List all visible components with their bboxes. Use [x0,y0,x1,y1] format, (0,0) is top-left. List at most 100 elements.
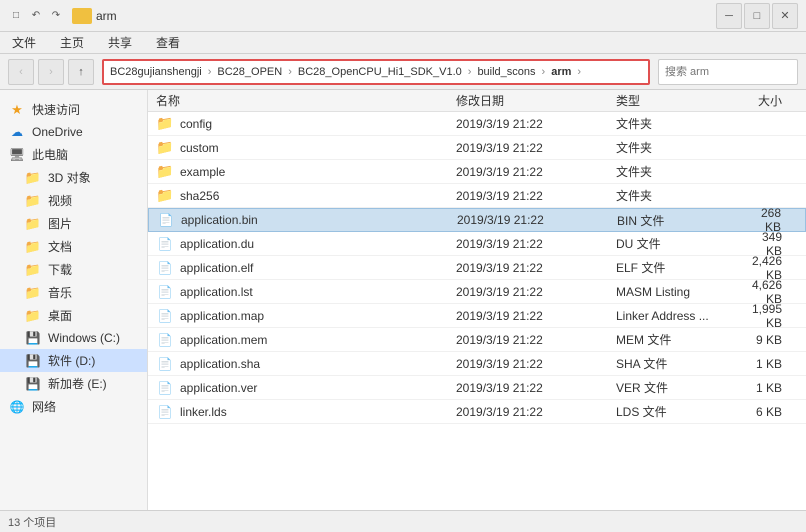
sidebar-item-this-pc[interactable]: 🖥 此电脑 [0,143,147,166]
close-button[interactable]: ✕ [772,3,798,29]
file-name: custom [180,141,219,155]
sidebar-item-3d[interactable]: 📁 3D 对象 [0,166,147,189]
file-type-icon: 📄 [156,284,174,300]
file-date: 2019/3/19 21:22 [456,261,616,275]
menu-view[interactable]: 查看 [152,32,184,53]
sidebar-item-downloads[interactable]: 📁 下载 [0,258,147,281]
file-name-cell: 📄 application.elf [156,260,456,276]
crumb-root[interactable]: BC28gujianshengji [110,66,202,78]
toolbar: ‹ › ↑ BC28gujianshengji › BC28_OPEN › BC… [0,54,806,90]
file-icon: 📄 [158,357,173,371]
file-name-cell: 📄 application.bin [157,212,457,228]
sidebar-label-downloads: 下载 [48,261,72,278]
table-row[interactable]: 📁 example 2019/3/19 21:22 文件夹 [148,160,806,184]
file-name-cell: 📄 application.ver [156,380,456,396]
table-row[interactable]: 📄 application.sha 2019/3/19 21:22 SHA 文件… [148,352,806,376]
folder-desktop-icon: 📁 [24,308,42,324]
menu-home[interactable]: 主页 [56,32,88,53]
file-date: 2019/3/19 21:22 [456,333,616,347]
table-row[interactable]: 📁 sha256 2019/3/19 21:22 文件夹 [148,184,806,208]
file-icon: 📄 [158,381,173,395]
search-box[interactable] [658,59,798,85]
file-name-cell: 📁 config [156,116,456,132]
save-icon: □ [8,8,24,24]
sidebar-item-drive-d[interactable]: 💾 软件 (D:) [0,349,147,372]
sidebar-item-drive-c[interactable]: 💾 Windows (C:) [0,327,147,349]
sidebar-item-video[interactable]: 📁 视频 [0,189,147,212]
sidebar-item-desktop[interactable]: 📁 桌面 [0,304,147,327]
file-name: sha256 [180,189,219,203]
file-name: application.bin [181,213,258,227]
crumb-3[interactable]: build_scons [477,66,535,78]
menu-file[interactable]: 文件 [8,32,40,53]
file-type: LDS 文件 [616,403,746,420]
table-row[interactable]: 📄 application.mem 2019/3/19 21:22 MEM 文件… [148,328,806,352]
sidebar-item-network[interactable]: 🌐 网络 [0,395,147,418]
table-row[interactable]: 📄 application.map 2019/3/19 21:22 Linker… [148,304,806,328]
file-name: application.mem [180,333,267,347]
header-type[interactable]: 类型 [616,92,746,109]
table-row[interactable]: 📄 application.ver 2019/3/19 21:22 VER 文件… [148,376,806,400]
crumb-2[interactable]: BC28_OpenCPU_Hi1_SDK_V1.0 [298,66,462,78]
header-size[interactable]: 大小 [746,92,798,109]
forward-button[interactable]: › [38,59,64,85]
redo-icon: ↷ [48,8,64,24]
folder-3d-icon: 📁 [24,170,42,186]
status-text: 13 个项目 [8,514,56,530]
crumb-1[interactable]: BC28_OPEN [217,66,282,78]
cloud-icon: ☁ [8,124,26,140]
back-button[interactable]: ‹ [8,59,34,85]
file-type-icon: 📄 [156,236,174,252]
minimize-button[interactable]: ─ [716,3,742,29]
sidebar-item-drive-e[interactable]: 💾 新加卷 (E:) [0,372,147,395]
file-name-cell: 📁 sha256 [156,188,456,204]
table-row[interactable]: 📄 application.du 2019/3/19 21:22 DU 文件 3… [148,232,806,256]
address-bar[interactable]: BC28gujianshengji › BC28_OPEN › BC28_Ope… [102,59,650,85]
sidebar-item-onedrive[interactable]: ☁ OneDrive [0,121,147,143]
file-type-icon: 📁 [156,188,174,204]
crumb-3-label: build_scons [477,66,535,78]
file-size: 1 KB [746,357,798,371]
file-name-cell: 📁 example [156,164,456,180]
menu-share[interactable]: 共享 [104,32,136,53]
file-type: 文件夹 [616,163,746,180]
sidebar-item-music[interactable]: 📁 音乐 [0,281,147,304]
drive-d-icon: 💾 [24,353,42,369]
sidebar-section-main: ★ 快速访问 ☁ OneDrive 🖥 此电脑 📁 3D 对象 📁 视频 📁 [0,98,147,418]
network-icon: 🌐 [8,399,26,415]
file-type: MASM Listing [616,285,746,299]
file-name-cell: 📄 linker.lds [156,404,456,420]
folder-icon: 📁 [156,140,173,156]
file-size: 9 KB [746,333,798,347]
sidebar-label-pictures: 图片 [48,215,72,232]
file-type: Linker Address ... [616,309,746,323]
header-name[interactable]: 名称 [156,92,456,109]
table-row[interactable]: 📄 application.lst 2019/3/19 21:22 MASM L… [148,280,806,304]
sidebar-item-pictures[interactable]: 📁 图片 [0,212,147,235]
table-row[interactable]: 📁 config 2019/3/19 21:22 文件夹 [148,112,806,136]
table-row[interactable]: 📁 custom 2019/3/19 21:22 文件夹 [148,136,806,160]
table-row[interactable]: 📄 application.elf 2019/3/19 21:22 ELF 文件… [148,256,806,280]
file-icon: 📄 [158,261,173,275]
header-date[interactable]: 修改日期 [456,92,616,109]
file-icon: 📄 [158,405,173,419]
file-date: 2019/3/19 21:22 [456,165,616,179]
file-date: 2019/3/19 21:22 [456,117,616,131]
window-title: arm [96,9,117,23]
search-input[interactable] [665,66,791,78]
sidebar-item-quick-access[interactable]: ★ 快速访问 [0,98,147,121]
file-type: SHA 文件 [616,355,746,372]
file-size: 1 KB [746,381,798,395]
table-row[interactable]: 📄 application.bin 2019/3/19 21:22 BIN 文件… [148,208,806,232]
file-icon: 📄 [158,333,173,347]
file-type-icon: 📁 [156,140,174,156]
folder-downloads-icon: 📁 [24,262,42,278]
crumb-current[interactable]: arm [551,66,571,78]
file-type-icon: 📄 [156,308,174,324]
up-button[interactable]: ↑ [68,59,94,85]
folder-music-icon: 📁 [24,285,42,301]
maximize-button[interactable]: □ [744,3,770,29]
sidebar-item-documents[interactable]: 📁 文档 [0,235,147,258]
crumb-1-label: BC28_OPEN [217,66,282,78]
table-row[interactable]: 📄 linker.lds 2019/3/19 21:22 LDS 文件 6 KB [148,400,806,424]
